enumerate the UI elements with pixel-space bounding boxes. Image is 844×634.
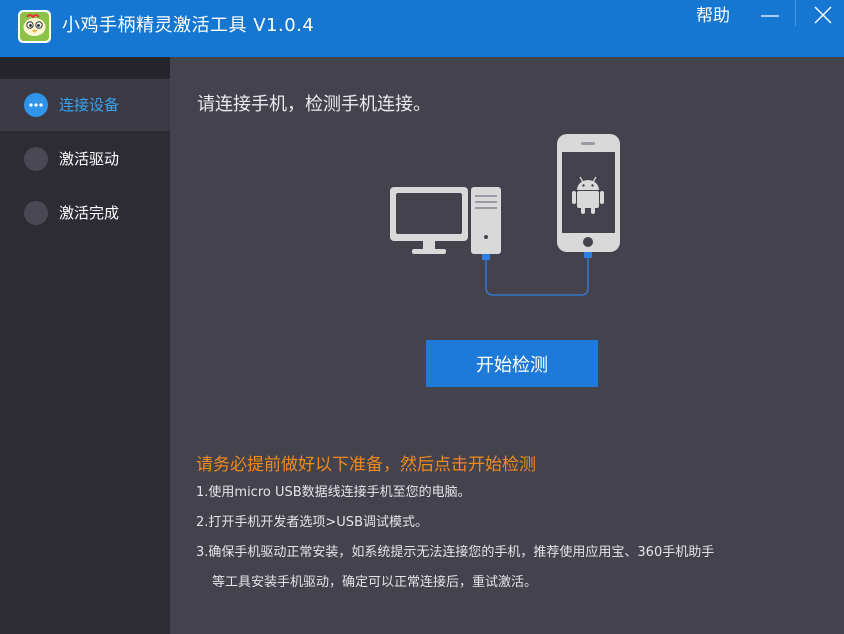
close-icon[interactable]: [810, 4, 836, 28]
sidebar: 连接设备 激活驱动 激活完成: [0, 57, 170, 634]
sidebar-header-strip: [0, 57, 170, 79]
start-detection-button[interactable]: 开始检测: [426, 340, 598, 387]
window-title: 小鸡手柄精灵激活工具 V1.0.4: [62, 15, 315, 36]
title-bar: 小鸡手柄精灵激活工具 V1.0.4 帮助: [0, 0, 844, 57]
sidebar-step-label: 激活完成: [59, 204, 120, 222]
more-dots-icon: [29, 103, 43, 107]
minimize-icon[interactable]: [757, 4, 783, 28]
sidebar-step-connect-device: 连接设备: [0, 79, 170, 131]
app-logo-icon: [18, 10, 51, 43]
instruction-line: 3.确保手机驱动正常安装，如系统提示无法连接您的手机，推荐使用应用宝、360手机…: [196, 545, 715, 560]
android-phone-icon: [557, 134, 620, 252]
sidebar-step-activate-driver: 激活驱动: [0, 133, 170, 185]
desktop-computer-icon: [390, 187, 501, 254]
circle-icon: [24, 147, 48, 171]
titlebar-divider: [795, 0, 796, 26]
help-button[interactable]: 帮助: [696, 4, 730, 28]
sidebar-step-label: 连接设备: [59, 96, 120, 114]
step-active-indicator: [24, 93, 48, 117]
instruction-line: 1.使用micro USB数据线连接手机至您的电脑。: [196, 485, 471, 500]
page-title: 请连接手机，检测手机连接。: [197, 94, 431, 115]
usb-cable-icon: [482, 252, 592, 296]
instruction-line: 等工具安装手机驱动，确定可以正常连接后，重试激活。: [212, 575, 538, 590]
sidebar-step-label: 激活驱动: [59, 150, 120, 168]
instruction-line: 2.打开手机开发者选项>USB调试模式。: [196, 515, 428, 530]
connection-illustration: [390, 134, 620, 296]
sidebar-step-activation-complete: 激活完成: [0, 187, 170, 239]
circle-icon: [24, 201, 48, 225]
notice-title: 请务必提前做好以下准备，然后点击开始检测: [196, 455, 536, 475]
